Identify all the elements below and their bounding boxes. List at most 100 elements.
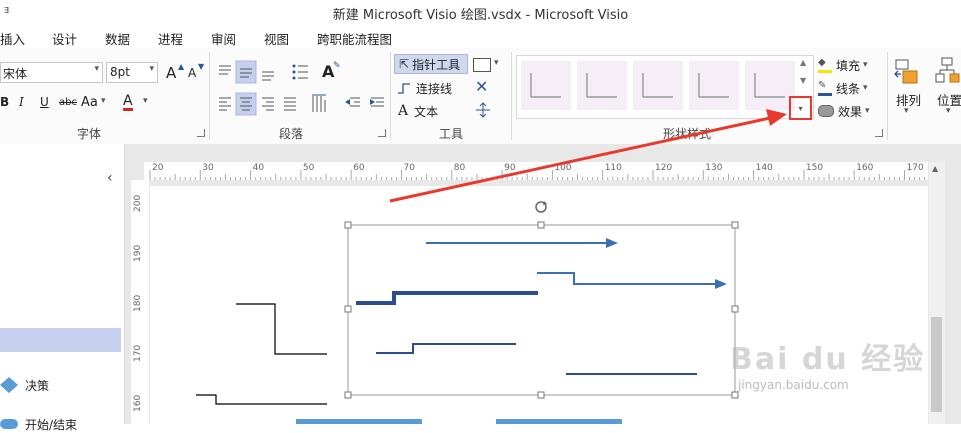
arrange-icon[interactable] <box>893 56 923 86</box>
ruler-label: 80 <box>453 163 466 173</box>
align-center-selected[interactable] <box>235 92 257 116</box>
window-title: 新建 Microsoft Visio 绘图.vsdx - Microsoft V… <box>332 8 629 23</box>
title-bar: ⱻ 新建 Microsoft Visio 绘图.vsdx - Microsoft… <box>0 0 961 24</box>
pointer-tool-button[interactable]: ⇱ 指针工具 <box>394 54 468 74</box>
tools-group-label: 工具 <box>439 127 464 141</box>
font-dialog-launcher-icon[interactable] <box>197 129 205 137</box>
style-thumbnail-2[interactable] <box>577 61 627 110</box>
selected-shape-highlight[interactable] <box>0 328 121 352</box>
text-a-icon: A <box>398 103 409 119</box>
font-color-button[interactable]: A <box>123 94 133 111</box>
align-top-icon[interactable] <box>219 65 231 75</box>
group-divider <box>887 52 888 140</box>
tab-insert[interactable]: 插入 <box>0 29 25 48</box>
watermark-url: jingyan.baidu.com <box>738 378 849 392</box>
change-case-button[interactable]: Aa <box>81 95 98 110</box>
terminator-shape-icon <box>0 419 18 429</box>
fill-button[interactable]: ◆ 填充 ▾ <box>818 55 868 75</box>
pen-icon: ✎ <box>818 80 832 96</box>
strikethrough-button[interactable]: abc <box>59 97 77 108</box>
ruler-label: 60 <box>353 163 365 173</box>
chevron-down-icon: ▾ <box>101 96 106 106</box>
align-middle-selected[interactable] <box>235 60 257 84</box>
shape-start-end-label[interactable]: 开始/结束 <box>25 416 77 433</box>
scroll-up-icon[interactable]: ▲ <box>932 164 938 173</box>
connection-point-icon[interactable] <box>474 101 492 119</box>
group-divider <box>511 52 512 140</box>
bullets-icon[interactable] <box>292 64 309 80</box>
ruler-label: 30 <box>202 163 214 173</box>
text-direction-icon[interactable] <box>312 94 326 112</box>
ribbon-tabs: 插入 设计 数据 进程 审阅 视图 跨职能流程图 <box>0 24 961 48</box>
bold-button[interactable]: B <box>0 95 9 109</box>
connector-button[interactable]: 连接线 <box>396 78 452 98</box>
effects-button[interactable]: 效果 ▾ <box>818 101 870 121</box>
chevron-down-icon: ▾ <box>865 106 870 116</box>
ruler-label: 160 <box>856 163 874 173</box>
chevron-down-icon: ▾ <box>904 106 909 116</box>
chevron-down-icon: ▾ <box>863 60 868 70</box>
pointer-icon: ⇱ <box>399 57 410 71</box>
effects-icon <box>818 105 834 117</box>
tab-cross-functional[interactable]: 跨职能流程图 <box>317 29 392 48</box>
align-right-icon[interactable] <box>262 97 274 111</box>
close-icon[interactable]: ✕ <box>475 77 488 96</box>
shape-styles-dialog-launcher-icon[interactable] <box>875 129 883 137</box>
ruler-label: 200 <box>133 194 143 212</box>
ruler-label: 170 <box>133 344 143 362</box>
justify-icon[interactable] <box>284 97 296 111</box>
vertical-ruler-labels: 200 190 180 170 160 <box>131 180 149 424</box>
text-tool-button[interactable]: A 文本 <box>398 101 438 121</box>
paint-bucket-icon: ◆ <box>818 57 832 73</box>
ruler-label: 110 <box>604 163 622 173</box>
align-bottom-icon[interactable] <box>262 71 274 81</box>
font-name-value: 宋体 <box>3 67 28 81</box>
tab-review[interactable]: 审阅 <box>211 29 236 48</box>
ruler-label: 120 <box>655 163 673 173</box>
style-thumbnail-5[interactable] <box>745 61 795 110</box>
shrink-font-button[interactable]: A <box>188 66 196 80</box>
shape-styles-group-label: 形状样式 <box>663 127 712 141</box>
tab-process[interactable]: 进程 <box>158 29 183 48</box>
style-thumbnail-4[interactable] <box>689 61 739 110</box>
diamond-shape-icon <box>0 377 18 393</box>
ruler-label: 70 <box>403 163 415 173</box>
rectangle-tool-icon[interactable] <box>473 58 491 72</box>
underline-button[interactable]: U <box>40 95 49 109</box>
ruler-label: 160 <box>133 394 143 412</box>
scrollbar-thumb[interactable] <box>931 317 942 412</box>
font-name-select[interactable]: 宋体 ▾ <box>0 62 103 83</box>
text-tool-label: 文本 <box>414 104 439 119</box>
chevron-down-icon: ▾ <box>863 83 868 93</box>
position-icon[interactable] <box>934 56 961 86</box>
style-thumbnail-3[interactable] <box>633 61 683 110</box>
tab-view[interactable]: 视图 <box>264 29 289 48</box>
italic-button[interactable]: I <box>19 95 24 109</box>
align-left-icon[interactable] <box>219 97 231 111</box>
ruler-label: 20 <box>152 163 164 173</box>
ruler-label: 150 <box>805 163 824 173</box>
baidu-watermark: Bai du 经验 jingyan.baidu.com <box>730 334 925 392</box>
ruler-label: 140 <box>755 163 773 173</box>
chevron-down-icon[interactable]: ▾ <box>494 58 499 68</box>
gallery-scroll-down-icon[interactable]: ▼ <box>800 76 806 85</box>
connector-label: 连接线 <box>416 81 453 96</box>
vertical-scrollbar[interactable]: ▲ <box>929 162 945 424</box>
line-button[interactable]: ✎ 线条 ▾ <box>818 78 868 98</box>
tab-data[interactable]: 数据 <box>105 29 130 48</box>
font-size-select[interactable]: 8pt ▾ <box>106 62 158 83</box>
paragraph-dialog-launcher-icon[interactable] <box>378 129 386 137</box>
gallery-more-button[interactable]: ▾ <box>789 96 812 120</box>
style-thumbnail-1[interactable] <box>521 61 571 110</box>
font-group-label: 字体 <box>77 127 102 141</box>
chevron-down-icon: ▾ <box>94 64 99 74</box>
gallery-scroll-up-icon[interactable]: ▲ <box>800 58 806 67</box>
group-divider <box>209 52 210 140</box>
decrease-indent-icon[interactable] <box>345 97 360 107</box>
tab-design[interactable]: 设计 <box>52 29 77 48</box>
shape-decision-label[interactable]: 决策 <box>25 377 49 394</box>
grow-font-button[interactable]: A <box>166 64 176 82</box>
increase-indent-icon[interactable] <box>370 97 384 107</box>
ruler-label: 50 <box>302 163 315 173</box>
shapes-pane: ‹ 决策 开始/结束 <box>0 144 125 432</box>
